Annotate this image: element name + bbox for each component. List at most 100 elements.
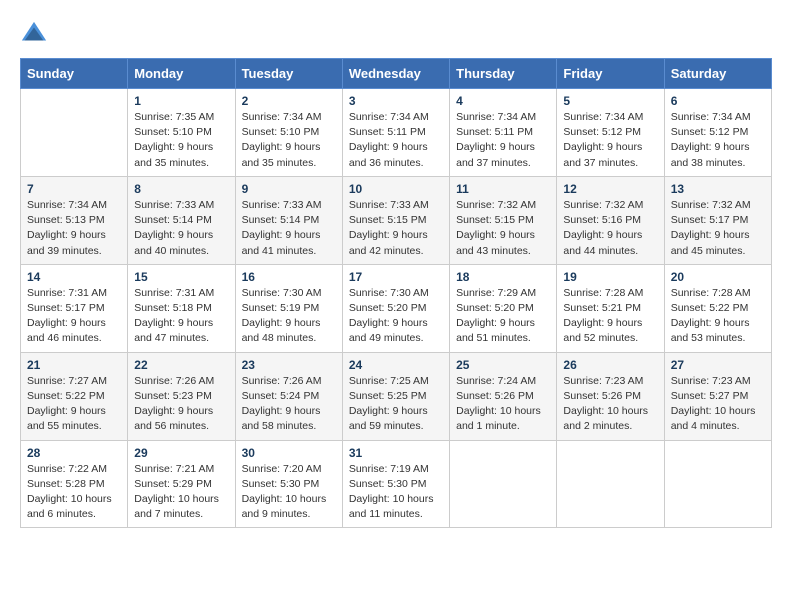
calendar-body: 1 Sunrise: 7:35 AM Sunset: 5:10 PM Daylig… xyxy=(21,89,772,528)
calendar-day-cell: 21 Sunrise: 7:27 AM Sunset: 5:22 PM Dayli… xyxy=(21,352,128,440)
weekday-header: Wednesday xyxy=(342,59,449,89)
day-info: Sunrise: 7:26 AM Sunset: 5:24 PM Dayligh… xyxy=(242,374,336,435)
day-number: 10 xyxy=(349,182,443,196)
calendar-day-cell: 25 Sunrise: 7:24 AM Sunset: 5:26 PM Dayli… xyxy=(450,352,557,440)
day-info: Sunrise: 7:34 AM Sunset: 5:10 PM Dayligh… xyxy=(242,110,336,171)
day-number: 31 xyxy=(349,446,443,460)
day-info: Sunrise: 7:23 AM Sunset: 5:27 PM Dayligh… xyxy=(671,374,765,435)
day-number: 19 xyxy=(563,270,657,284)
day-number: 15 xyxy=(134,270,228,284)
day-info: Sunrise: 7:26 AM Sunset: 5:23 PM Dayligh… xyxy=(134,374,228,435)
day-info: Sunrise: 7:34 AM Sunset: 5:12 PM Dayligh… xyxy=(563,110,657,171)
calendar-week-row: 7 Sunrise: 7:34 AM Sunset: 5:13 PM Daylig… xyxy=(21,176,772,264)
day-number: 3 xyxy=(349,94,443,108)
day-info: Sunrise: 7:34 AM Sunset: 5:13 PM Dayligh… xyxy=(27,198,121,259)
day-info: Sunrise: 7:19 AM Sunset: 5:30 PM Dayligh… xyxy=(349,462,443,523)
day-info: Sunrise: 7:32 AM Sunset: 5:16 PM Dayligh… xyxy=(563,198,657,259)
calendar-empty-cell xyxy=(664,440,771,528)
day-info: Sunrise: 7:31 AM Sunset: 5:18 PM Dayligh… xyxy=(134,286,228,347)
day-number: 14 xyxy=(27,270,121,284)
day-number: 20 xyxy=(671,270,765,284)
calendar-day-cell: 23Sunrise: 7:26 AM Sunset: 5:24 PM Dayli… xyxy=(235,352,342,440)
day-number: 21 xyxy=(27,358,121,372)
day-number: 2 xyxy=(242,94,336,108)
calendar-day-cell: 26 Sunrise: 7:23 AM Sunset: 5:26 PM Dayli… xyxy=(557,352,664,440)
calendar-day-cell: 22 Sunrise: 7:26 AM Sunset: 5:23 PM Dayli… xyxy=(128,352,235,440)
calendar-day-cell: 6Sunrise: 7:34 AM Sunset: 5:12 PM Daylig… xyxy=(664,89,771,177)
weekday-header: Sunday xyxy=(21,59,128,89)
day-info: Sunrise: 7:24 AM Sunset: 5:26 PM Dayligh… xyxy=(456,374,550,435)
calendar-day-cell: 29Sunrise: 7:21 AM Sunset: 5:29 PM Dayli… xyxy=(128,440,235,528)
calendar-table: SundayMondayTuesdayWednesdayThursdayFrid… xyxy=(20,58,772,528)
calendar-day-cell: 7 Sunrise: 7:34 AM Sunset: 5:13 PM Daylig… xyxy=(21,176,128,264)
day-number: 26 xyxy=(563,358,657,372)
day-info: Sunrise: 7:27 AM Sunset: 5:22 PM Dayligh… xyxy=(27,374,121,435)
calendar-day-cell: 13Sunrise: 7:32 AM Sunset: 5:17 PM Dayli… xyxy=(664,176,771,264)
day-info: Sunrise: 7:33 AM Sunset: 5:14 PM Dayligh… xyxy=(134,198,228,259)
calendar-day-cell: 31 Sunrise: 7:19 AM Sunset: 5:30 PM Dayli… xyxy=(342,440,449,528)
calendar-empty-cell xyxy=(450,440,557,528)
day-number: 6 xyxy=(671,94,765,108)
day-info: Sunrise: 7:30 AM Sunset: 5:19 PM Dayligh… xyxy=(242,286,336,347)
day-number: 12 xyxy=(563,182,657,196)
calendar-day-cell: 3Sunrise: 7:34 AM Sunset: 5:11 PM Daylig… xyxy=(342,89,449,177)
day-number: 27 xyxy=(671,358,765,372)
weekday-header: Tuesday xyxy=(235,59,342,89)
day-info: Sunrise: 7:33 AM Sunset: 5:14 PM Dayligh… xyxy=(242,198,336,259)
day-number: 1 xyxy=(134,94,228,108)
day-info: Sunrise: 7:29 AM Sunset: 5:20 PM Dayligh… xyxy=(456,286,550,347)
day-number: 25 xyxy=(456,358,550,372)
calendar-week-row: 14Sunrise: 7:31 AM Sunset: 5:17 PM Dayli… xyxy=(21,264,772,352)
calendar-week-row: 21 Sunrise: 7:27 AM Sunset: 5:22 PM Dayli… xyxy=(21,352,772,440)
day-number: 4 xyxy=(456,94,550,108)
page-header xyxy=(20,20,772,48)
calendar-empty-cell xyxy=(21,89,128,177)
day-number: 9 xyxy=(242,182,336,196)
day-number: 28 xyxy=(27,446,121,460)
calendar-header: SundayMondayTuesdayWednesdayThursdayFrid… xyxy=(21,59,772,89)
calendar-day-cell: 20 Sunrise: 7:28 AM Sunset: 5:22 PM Dayli… xyxy=(664,264,771,352)
day-number: 22 xyxy=(134,358,228,372)
day-number: 24 xyxy=(349,358,443,372)
calendar-day-cell: 27 Sunrise: 7:23 AM Sunset: 5:27 PM Dayli… xyxy=(664,352,771,440)
day-number: 13 xyxy=(671,182,765,196)
calendar-day-cell: 8 Sunrise: 7:33 AM Sunset: 5:14 PM Daylig… xyxy=(128,176,235,264)
calendar-day-cell: 1 Sunrise: 7:35 AM Sunset: 5:10 PM Daylig… xyxy=(128,89,235,177)
day-number: 5 xyxy=(563,94,657,108)
weekday-header: Thursday xyxy=(450,59,557,89)
day-info: Sunrise: 7:28 AM Sunset: 5:22 PM Dayligh… xyxy=(671,286,765,347)
day-number: 8 xyxy=(134,182,228,196)
day-info: Sunrise: 7:25 AM Sunset: 5:25 PM Dayligh… xyxy=(349,374,443,435)
day-info: Sunrise: 7:28 AM Sunset: 5:21 PM Dayligh… xyxy=(563,286,657,347)
calendar-day-cell: 12 Sunrise: 7:32 AM Sunset: 5:16 PM Dayli… xyxy=(557,176,664,264)
day-info: Sunrise: 7:20 AM Sunset: 5:30 PM Dayligh… xyxy=(242,462,336,523)
calendar-day-cell: 19 Sunrise: 7:28 AM Sunset: 5:21 PM Dayli… xyxy=(557,264,664,352)
calendar-day-cell: 9 Sunrise: 7:33 AM Sunset: 5:14 PM Daylig… xyxy=(235,176,342,264)
calendar-day-cell: 16 Sunrise: 7:30 AM Sunset: 5:19 PM Dayli… xyxy=(235,264,342,352)
day-info: Sunrise: 7:32 AM Sunset: 5:15 PM Dayligh… xyxy=(456,198,550,259)
day-number: 17 xyxy=(349,270,443,284)
day-number: 16 xyxy=(242,270,336,284)
day-number: 11 xyxy=(456,182,550,196)
calendar-day-cell: 24 Sunrise: 7:25 AM Sunset: 5:25 PM Dayli… xyxy=(342,352,449,440)
weekday-header: Friday xyxy=(557,59,664,89)
calendar-empty-cell xyxy=(557,440,664,528)
day-info: Sunrise: 7:30 AM Sunset: 5:20 PM Dayligh… xyxy=(349,286,443,347)
day-info: Sunrise: 7:34 AM Sunset: 5:11 PM Dayligh… xyxy=(456,110,550,171)
calendar-day-cell: 30Sunrise: 7:20 AM Sunset: 5:30 PM Dayli… xyxy=(235,440,342,528)
day-number: 7 xyxy=(27,182,121,196)
calendar-day-cell: 18 Sunrise: 7:29 AM Sunset: 5:20 PM Dayli… xyxy=(450,264,557,352)
calendar-week-row: 1 Sunrise: 7:35 AM Sunset: 5:10 PM Daylig… xyxy=(21,89,772,177)
weekday-row: SundayMondayTuesdayWednesdayThursdayFrid… xyxy=(21,59,772,89)
calendar-week-row: 28 Sunrise: 7:22 AM Sunset: 5:28 PM Dayli… xyxy=(21,440,772,528)
weekday-header: Monday xyxy=(128,59,235,89)
calendar-day-cell: 4 Sunrise: 7:34 AM Sunset: 5:11 PM Daylig… xyxy=(450,89,557,177)
day-number: 29 xyxy=(134,446,228,460)
day-number: 18 xyxy=(456,270,550,284)
day-info: Sunrise: 7:22 AM Sunset: 5:28 PM Dayligh… xyxy=(27,462,121,523)
calendar-day-cell: 15 Sunrise: 7:31 AM Sunset: 5:18 PM Dayli… xyxy=(128,264,235,352)
logo-icon xyxy=(20,20,48,48)
calendar-day-cell: 2 Sunrise: 7:34 AM Sunset: 5:10 PM Daylig… xyxy=(235,89,342,177)
day-info: Sunrise: 7:23 AM Sunset: 5:26 PM Dayligh… xyxy=(563,374,657,435)
day-info: Sunrise: 7:35 AM Sunset: 5:10 PM Dayligh… xyxy=(134,110,228,171)
